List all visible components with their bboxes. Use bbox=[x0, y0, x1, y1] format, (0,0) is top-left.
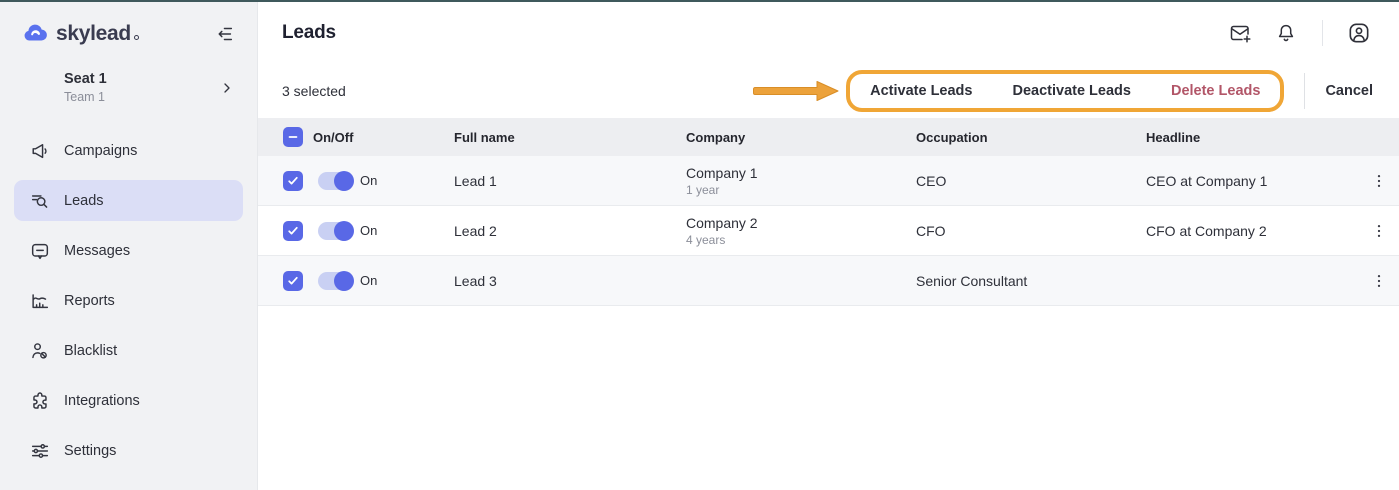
lead-name: Lead 1 bbox=[454, 173, 686, 189]
selected-count: 3 selected bbox=[282, 83, 346, 99]
cancel-button[interactable]: Cancel bbox=[1325, 83, 1373, 99]
megaphone-icon bbox=[29, 140, 51, 162]
table-row: On Lead 2 Company 2 4 years CFO CFO at C… bbox=[258, 206, 1399, 256]
seat-subtitle: Team 1 bbox=[64, 90, 107, 104]
toggle-label: On bbox=[360, 273, 377, 288]
leads-table: On/Off Full name Company Occupation Head… bbox=[258, 118, 1399, 306]
lead-headline: CFO at Company 2 bbox=[1146, 223, 1366, 239]
mail-plus-icon bbox=[1228, 21, 1252, 45]
table-row: On Lead 1 Company 1 1 year CEO CEO at Co… bbox=[258, 156, 1399, 206]
column-header-fullname: Full name bbox=[454, 130, 686, 145]
sidebar-item-label: Blacklist bbox=[64, 343, 117, 359]
page-title: Leads bbox=[282, 22, 336, 44]
lead-name: Lead 3 bbox=[454, 273, 686, 289]
sidebar-item-settings[interactable]: Settings bbox=[14, 430, 243, 471]
chevron-right-icon bbox=[219, 80, 235, 96]
row-checkbox[interactable] bbox=[283, 271, 303, 291]
sidebar-item-integrations[interactable]: Integrations bbox=[14, 380, 243, 421]
select-all-checkbox[interactable] bbox=[283, 127, 303, 147]
sidebar-item-blacklist[interactable]: Blacklist bbox=[14, 330, 243, 371]
sidebar-item-label: Reports bbox=[64, 293, 115, 309]
topbar-divider bbox=[1322, 20, 1323, 46]
chart-icon bbox=[29, 290, 51, 312]
lead-occupation: CEO bbox=[916, 173, 1146, 189]
column-header-company: Company bbox=[686, 130, 916, 145]
new-message-button[interactable] bbox=[1222, 15, 1258, 51]
blocked-user-icon bbox=[29, 340, 51, 362]
account-button[interactable] bbox=[1341, 15, 1377, 51]
lead-name: Lead 2 bbox=[454, 223, 686, 239]
actions-divider bbox=[1304, 73, 1305, 109]
selection-bar: 3 selected Activate Leads Deactivate Lea… bbox=[258, 64, 1399, 118]
lead-occupation: CFO bbox=[916, 223, 1146, 239]
lead-on-off-toggle[interactable] bbox=[318, 222, 353, 240]
sidebar-item-label: Campaigns bbox=[64, 143, 137, 159]
lead-company-tenure: 1 year bbox=[686, 183, 916, 197]
table-header-row: On/Off Full name Company Occupation Head… bbox=[258, 118, 1399, 156]
row-menu-kebab-icon[interactable] bbox=[1366, 218, 1392, 244]
row-checkbox[interactable] bbox=[283, 171, 303, 191]
toggle-label: On bbox=[360, 223, 377, 238]
user-avatar-icon bbox=[1346, 20, 1372, 46]
row-checkbox[interactable] bbox=[283, 221, 303, 241]
sidebar-item-campaigns[interactable]: Campaigns bbox=[14, 130, 243, 171]
sidebar-nav: Campaigns Leads Messages Reports bbox=[0, 130, 257, 471]
sidebar-item-reports[interactable]: Reports bbox=[14, 280, 243, 321]
lead-occupation: Senior Consultant bbox=[916, 273, 1146, 289]
row-menu-kebab-icon[interactable] bbox=[1366, 268, 1392, 294]
sidebar-item-label: Integrations bbox=[64, 393, 140, 409]
lead-headline: CEO at Company 1 bbox=[1146, 173, 1366, 189]
sidebar-item-label: Settings bbox=[64, 443, 116, 459]
topbar: Leads bbox=[258, 2, 1399, 64]
collapse-sidebar-icon[interactable] bbox=[211, 21, 237, 47]
lead-company: Company 1 bbox=[686, 165, 916, 181]
sliders-icon bbox=[29, 440, 51, 462]
bell-icon bbox=[1274, 21, 1298, 45]
activate-leads-button[interactable]: Activate Leads bbox=[870, 83, 972, 99]
trademark-dot bbox=[134, 35, 139, 40]
sidebar: skylead Seat 1 Team 1 Campaigns bbox=[0, 2, 258, 490]
column-header-occupation: Occupation bbox=[916, 130, 1146, 145]
toggle-label: On bbox=[360, 173, 377, 188]
logo-row: skylead bbox=[0, 2, 257, 47]
lead-company: Company 2 bbox=[686, 215, 916, 231]
row-menu-kebab-icon[interactable] bbox=[1366, 168, 1392, 194]
lead-on-off-toggle[interactable] bbox=[318, 172, 353, 190]
seat-title: Seat 1 bbox=[64, 71, 107, 87]
table-row: On Lead 3 Senior Consultant bbox=[258, 256, 1399, 306]
sidebar-item-messages[interactable]: Messages bbox=[14, 230, 243, 271]
sidebar-item-leads[interactable]: Leads bbox=[14, 180, 243, 221]
main-content: Leads bbox=[258, 2, 1399, 490]
sidebar-item-label: Leads bbox=[64, 193, 104, 209]
delete-leads-button[interactable]: Delete Leads bbox=[1171, 83, 1260, 99]
skylead-cloud-logo-icon bbox=[22, 20, 49, 47]
lead-company-tenure: 4 years bbox=[686, 233, 916, 247]
column-header-onoff: On/Off bbox=[313, 130, 454, 145]
leads-search-icon bbox=[29, 190, 51, 212]
puzzle-icon bbox=[29, 390, 51, 412]
column-header-headline: Headline bbox=[1146, 130, 1366, 145]
bulk-actions-group: Activate Leads Deactivate Leads Delete L… bbox=[846, 70, 1284, 112]
brand-name: skylead bbox=[56, 22, 131, 46]
lead-on-off-toggle[interactable] bbox=[318, 272, 353, 290]
chat-bubble-icon bbox=[29, 240, 51, 262]
sidebar-item-label: Messages bbox=[64, 243, 130, 259]
seat-selector[interactable]: Seat 1 Team 1 bbox=[0, 47, 257, 104]
notifications-button[interactable] bbox=[1268, 15, 1304, 51]
annotation-arrow-icon bbox=[752, 78, 840, 104]
deactivate-leads-button[interactable]: Deactivate Leads bbox=[1012, 83, 1130, 99]
